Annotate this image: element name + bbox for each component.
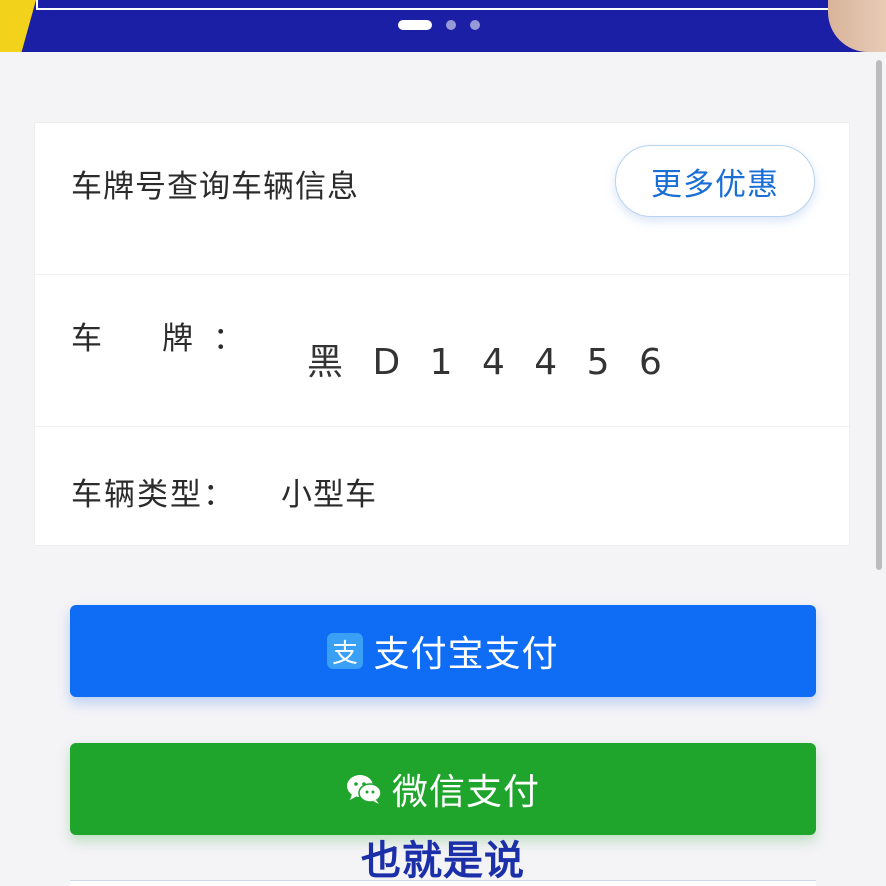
carousel-dot[interactable] xyxy=(446,20,456,30)
wechat-icon xyxy=(346,773,382,805)
plate-row: 车牌 ： 黑 D 1 4 4 5 6 xyxy=(35,275,849,427)
plate-label-colon: ： xyxy=(213,321,244,357)
top-banner[interactable] xyxy=(0,0,886,52)
card-header-row: 车牌号查询车辆信息 更多优惠 xyxy=(35,123,849,275)
wechat-pay-button[interactable]: 微信支付 xyxy=(70,743,816,835)
video-subtitle: 也就是说 xyxy=(361,838,525,884)
vehicle-type-value: 小型车 xyxy=(281,477,377,513)
wechat-pay-label: 微信支付 xyxy=(391,772,540,813)
banner-frame xyxy=(36,0,840,10)
alipay-button[interactable]: 支 支付宝支付 xyxy=(70,605,816,697)
banner-decoration xyxy=(0,0,36,52)
more-offers-button[interactable]: 更多优惠 xyxy=(615,145,815,217)
vehicle-info-card: 车牌号查询车辆信息 更多优惠 车牌 ： 黑 D 1 4 4 5 6 车辆类型： … xyxy=(34,122,850,546)
carousel-dot[interactable] xyxy=(470,20,480,30)
vehicle-type-label: 车辆类型： xyxy=(71,477,236,513)
carousel-indicator[interactable] xyxy=(398,20,480,30)
alipay-icon: 支 xyxy=(327,633,364,669)
vehicle-type-row: 车辆类型： 小型车 xyxy=(35,427,849,547)
banner-image xyxy=(828,0,886,52)
plate-value: 黑 D 1 4 4 5 6 xyxy=(307,342,671,383)
alipay-label: 支付宝支付 xyxy=(373,634,559,675)
scrollbar[interactable] xyxy=(876,60,882,570)
card-title: 车牌号查询车辆信息 xyxy=(71,169,359,205)
carousel-dot-active[interactable] xyxy=(398,20,432,30)
